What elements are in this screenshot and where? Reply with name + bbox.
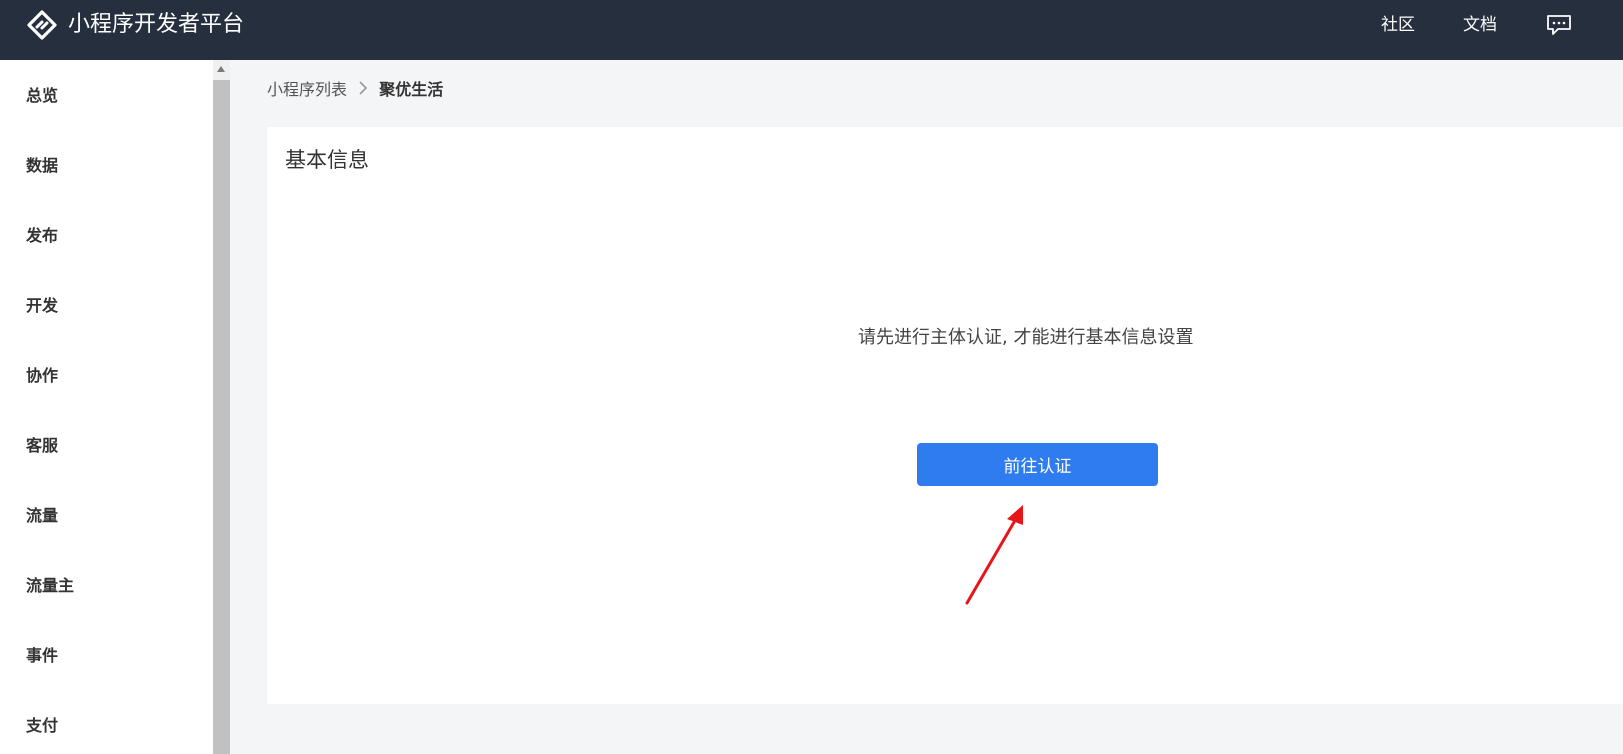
scroll-up-arrow-icon[interactable]: [217, 66, 225, 72]
sidebar-item-traffic[interactable]: 流量: [26, 504, 58, 528]
sidebar-item-publish[interactable]: 发布: [26, 224, 58, 248]
sidebar-scrollbar[interactable]: [213, 60, 230, 754]
breadcrumb: 小程序列表 聚优生活: [267, 78, 443, 102]
sidebar-menu: 总览 数据 发布 开发 协作 客服 流量 流量主 事件 支付: [0, 60, 213, 754]
annotation-arrow-icon: [965, 505, 1023, 605]
sidebar-item-customer-service[interactable]: 客服: [26, 434, 58, 458]
nav-community-link[interactable]: 社区: [1381, 13, 1415, 37]
message-icon[interactable]: [1546, 14, 1572, 36]
platform-title[interactable]: 小程序开发者平台: [68, 9, 244, 41]
scrollbar-thumb[interactable]: [213, 80, 230, 754]
sidebar-item-overview[interactable]: 总览: [26, 84, 58, 108]
sidebar-item-payment[interactable]: 支付: [26, 714, 58, 738]
breadcrumb-current-app: 聚优生活: [379, 80, 444, 99]
nav-docs-link[interactable]: 文档: [1463, 13, 1497, 37]
sidebar-item-collaborate[interactable]: 协作: [26, 364, 58, 388]
go-verify-button[interactable]: 前往认证: [917, 443, 1158, 486]
basic-info-card: 基本信息 请先进行主体认证, 才能进行基本信息设置 前往认证: [267, 127, 1623, 704]
link-chain-icon[interactable]: [26, 9, 58, 41]
chevron-right-icon: [358, 78, 368, 102]
breadcrumb-app-list-link[interactable]: 小程序列表: [267, 80, 347, 99]
verification-notice: 请先进行主体认证, 才能进行基本信息设置: [858, 327, 1194, 348]
sidebar-item-develop[interactable]: 开发: [26, 294, 58, 318]
card-title: 基本信息: [285, 148, 369, 172]
top-navbar: 小程序开发者平台 社区 文档: [0, 0, 1623, 60]
sidebar-item-events[interactable]: 事件: [26, 644, 58, 668]
sidebar-item-traffic-owner[interactable]: 流量主: [26, 574, 74, 598]
sidebar-item-data[interactable]: 数据: [26, 154, 58, 178]
